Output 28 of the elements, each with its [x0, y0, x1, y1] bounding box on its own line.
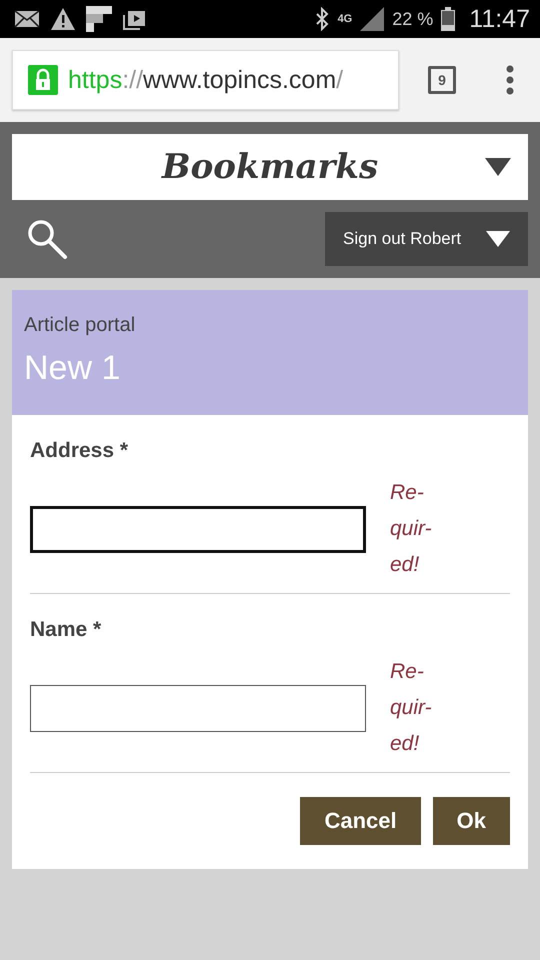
tab-count-button[interactable]: 9 — [428, 66, 456, 94]
clock: 11:47 — [469, 4, 530, 34]
input-field[interactable] — [30, 684, 366, 732]
menu-icon[interactable] — [506, 65, 514, 95]
card-subtitle: Article portal — [24, 314, 136, 337]
error-message: Re- quir- ed! — [390, 480, 432, 578]
dropdown-arrow-icon — [486, 231, 510, 247]
sign-out-button[interactable]: Sign out Robert — [325, 212, 528, 266]
ok-button[interactable]: Ok — [432, 797, 510, 845]
field-label: Address * — [30, 439, 130, 463]
dropdown-arrow-icon — [485, 158, 511, 176]
search-icon[interactable] — [26, 218, 68, 260]
battery-icon — [441, 7, 456, 31]
card-title: New 1 — [24, 349, 122, 388]
bluetooth-icon — [314, 7, 330, 31]
error-message: Re- quir- ed! — [390, 659, 432, 757]
network-type: 4G — [338, 13, 352, 25]
lock-icon — [28, 65, 58, 95]
signal-icon — [360, 7, 384, 31]
input-field[interactable] — [30, 506, 366, 552]
cancel-button[interactable]: Cancel — [300, 797, 421, 845]
field-label: Name * — [30, 618, 102, 642]
battery-percent: 22 % — [392, 8, 434, 30]
title-dropdown[interactable]: Bookmarks — [12, 134, 528, 200]
mail-icon — [14, 10, 40, 28]
url-text: https://www.topincs.com/ — [68, 66, 344, 94]
address-bar[interactable]: https://www.topincs.com/ — [12, 50, 399, 110]
warning-icon — [50, 7, 76, 31]
